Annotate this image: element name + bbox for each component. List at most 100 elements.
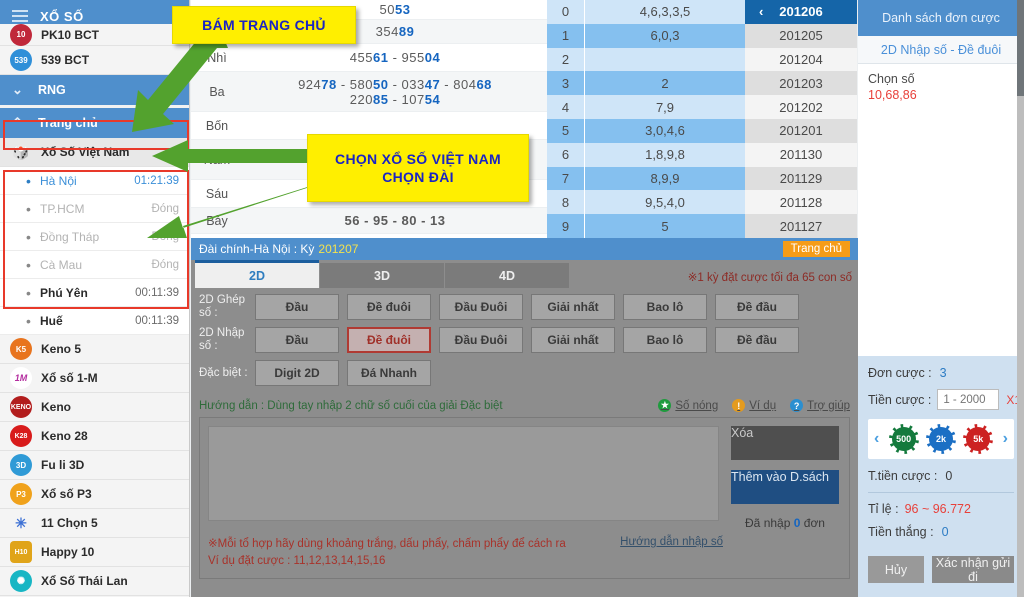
prize-value: 92478 - 58050 - 03347 - 80468 22085 - 10… — [243, 72, 547, 111]
digit-index: 0 — [547, 0, 585, 24]
table-row[interactable]: 3 2 201203 — [547, 71, 857, 96]
chevron-left-icon[interactable]: ‹ — [759, 4, 763, 19]
clear-button[interactable]: Xóa — [731, 426, 839, 460]
bet-option-dau[interactable]: Đầu — [255, 327, 339, 353]
table-row[interactable]: 7 8,9,9 201129 — [547, 166, 857, 191]
sidebar-item-xo-so-1m[interactable]: 1M Xổ số 1-M — [0, 364, 189, 393]
sidebar-item-xo-so-viet-nam[interactable]: 🎲 Xổ Số Việt Nam — [0, 138, 189, 167]
period-cell[interactable]: 201128 — [745, 190, 857, 215]
period-cell[interactable]: 201204 — [745, 47, 857, 72]
chip-500[interactable]: 500 — [888, 424, 919, 454]
keno5-icon: K5 — [10, 338, 32, 360]
submit-bet-button[interactable]: Xác nhận gửi đi — [932, 556, 1014, 584]
chevron-right-icon[interactable]: › — [1001, 430, 1010, 448]
table-row[interactable]: 0 4,6,3,3,5 ‹ 201206 — [547, 0, 857, 24]
bet-option-de-duoi[interactable]: Đề đuôi — [347, 327, 431, 353]
table-row[interactable]: 5 3,0,4,6 201201 — [547, 118, 857, 143]
tab-2d[interactable]: 2D — [195, 260, 319, 288]
bet-option-dau[interactable]: Đầu — [255, 294, 339, 320]
period-cell[interactable]: 201130 — [745, 142, 857, 167]
bet-option-da-nhanh[interactable]: Đá Nhanh — [347, 360, 431, 386]
sidebar-item-539-bct[interactable]: 539 539 BCT — [0, 46, 189, 75]
input-guide-link[interactable]: Hướng dẫn nhập số — [620, 536, 841, 548]
note-line-2: Ví dụ đặt cược : 11,12,13,14,15,16 — [208, 555, 386, 567]
hamburger-icon[interactable] — [12, 10, 28, 22]
tab-4d[interactable]: 4D — [445, 263, 569, 288]
bet-option-de-duoi[interactable]: Đề đuôi — [347, 294, 431, 320]
bet-option-dau-duoi[interactable]: Đầu Đuôi — [439, 294, 523, 320]
digit-values: 8,9,9 — [585, 166, 745, 191]
table-row[interactable]: 4 7,9 201202 — [547, 95, 857, 119]
amount-input[interactable] — [937, 389, 1000, 410]
bet-option-de-dau[interactable]: Đề đầu — [715, 294, 799, 320]
rate-value: 96 ~ 96.772 — [904, 502, 971, 516]
link-so-nong[interactable]: ★ Số nóng — [658, 399, 718, 412]
callout-chon-xo-so: CHỌN XỔ SỐ VIỆT NAM CHỌN ĐÀI — [307, 134, 529, 202]
bet-option-de-dau[interactable]: Đề đầu — [715, 327, 799, 353]
period-cell[interactable]: 201203 — [745, 71, 857, 96]
station-status: 00:11:39 — [135, 286, 179, 299]
callout-line-2: CHỌN ĐÀI — [382, 169, 454, 185]
sidebar-group-trang-chu[interactable]: ⌃ Trang chủ — [0, 108, 189, 138]
sidebar-item-keno[interactable]: KENO Keno — [0, 393, 189, 422]
period-cell[interactable]: 201129 — [745, 166, 857, 191]
sidebar-item-fu-li-3d[interactable]: 3D Fu li 3D — [0, 451, 189, 480]
bet-option-digit-2d[interactable]: Digit 2D — [255, 360, 339, 386]
chevron-left-icon[interactable]: ‹ — [872, 430, 881, 448]
sidebar-item-pk10-bct[interactable]: 10 PK10 BCT — [0, 23, 189, 46]
bet-option-giai-nhat[interactable]: Giải nhất — [531, 327, 615, 353]
fuli3d-icon: 3D — [10, 454, 32, 476]
sidebar-item-keno-28[interactable]: K28 Keno 28 — [0, 422, 189, 451]
link-vi-du[interactable]: ! Ví dụ — [732, 399, 776, 412]
bet-row-dac-biet: Đặc biệt : Digit 2D Đá Nhanh — [191, 360, 858, 386]
link-tro-giup[interactable]: ? Trợ giúp — [790, 399, 850, 412]
table-row[interactable]: 8 9,5,4,0 201128 — [547, 190, 857, 215]
sidebar-item-happy-10[interactable]: H10 Happy 10 — [0, 538, 189, 567]
home-button[interactable]: Trang chủ — [782, 241, 850, 257]
period-cell[interactable]: 201205 — [745, 23, 857, 48]
bet-row-2d-nhap-so: 2D Nhập số : Đầu Đề đuôi Đầu Đuôi Giải n… — [191, 327, 858, 353]
sidebar-item-keno-5[interactable]: K5 Keno 5 — [0, 335, 189, 364]
cancel-button[interactable]: Hủy — [868, 556, 924, 583]
pk10-icon: 10 — [10, 23, 32, 46]
entered-count: 0 — [793, 516, 801, 530]
scrollbar-thumb[interactable] — [1017, 0, 1024, 96]
chip-5k[interactable]: 5k — [963, 424, 994, 454]
sidebar-item-ha-noi[interactable]: • Hà Nội 01:21:39 — [0, 167, 189, 195]
period-cell[interactable]: 201201 — [745, 118, 857, 143]
bet-row-2d-ghep-so: 2D Ghép số : Đầu Đề đuôi Đầu Đuôi Giải n… — [191, 294, 858, 320]
sidebar-item-xo-so-p3[interactable]: P3 Xổ số P3 — [0, 480, 189, 509]
tab-3d[interactable]: 3D — [320, 263, 444, 288]
sidebar-item-xo-so-thai-lan[interactable]: ✺ Xổ Số Thái Lan — [0, 567, 189, 596]
number-input-textarea[interactable] — [208, 426, 719, 521]
bet-slip-tab[interactable]: 2D Nhập số - Đề đuôi — [858, 36, 1024, 64]
chip-2k[interactable]: 2k — [925, 424, 956, 454]
sidebar-item-label: 539 BCT — [41, 53, 90, 67]
sidebar-group-rng[interactable]: ⌄ RNG — [0, 75, 189, 105]
period-cell[interactable]: 201127 — [745, 214, 857, 238]
table-row[interactable]: 6 1,8,9,8 201130 — [547, 142, 857, 167]
bet-option-dau-duoi[interactable]: Đầu Đuôi — [439, 327, 523, 353]
add-to-list-button[interactable]: Thêm vào D.sách — [731, 470, 839, 504]
sidebar-item-dong-thap[interactable]: • Đồng Tháp Đóng — [0, 223, 189, 251]
win-label: Tiền thắng : — [868, 525, 934, 539]
divider — [868, 492, 1014, 493]
sidebar-item-hue[interactable]: • Huế 00:11:39 — [0, 307, 189, 335]
table-row[interactable]: 9 5 201127 — [547, 214, 857, 238]
sidebar-item-ca-mau[interactable]: • Cà Mau Đóng — [0, 251, 189, 279]
sidebar-item-11-chon-5[interactable]: ✳ 11 Chọn 5 — [0, 509, 189, 538]
page-scrollbar[interactable] — [1017, 0, 1024, 597]
sidebar-item-phu-yen[interactable]: • Phú Yên 00:11:39 — [0, 279, 189, 307]
table-row[interactable]: 1 6,0,3 201205 — [547, 23, 857, 48]
bet-option-bao-lo[interactable]: Bao lô — [623, 294, 707, 320]
period-cell[interactable]: 201202 — [745, 95, 857, 119]
total-line: T.tiền cược : 0 — [868, 469, 1014, 483]
table-row[interactable]: 2 201204 — [547, 47, 857, 72]
sidebar-item-tphcm[interactable]: • TP.HCM Đóng — [0, 195, 189, 223]
guide-bar: Hướng dẫn : Dùng tay nhập 2 chữ số cuối … — [191, 395, 858, 417]
bet-option-giai-nhat[interactable]: Giải nhất — [531, 294, 615, 320]
entry-notes: ※Mỗi tổ hợp hãy dùng khoảng trắng, dấu p… — [208, 536, 841, 570]
period-cell[interactable]: ‹ 201206 — [745, 0, 857, 24]
bet-option-bao-lo[interactable]: Bao lô — [623, 327, 707, 353]
bet-type-tabs: 2D 3D 4D ※1 kỳ đặt cược tối đa 65 con số — [191, 260, 858, 288]
